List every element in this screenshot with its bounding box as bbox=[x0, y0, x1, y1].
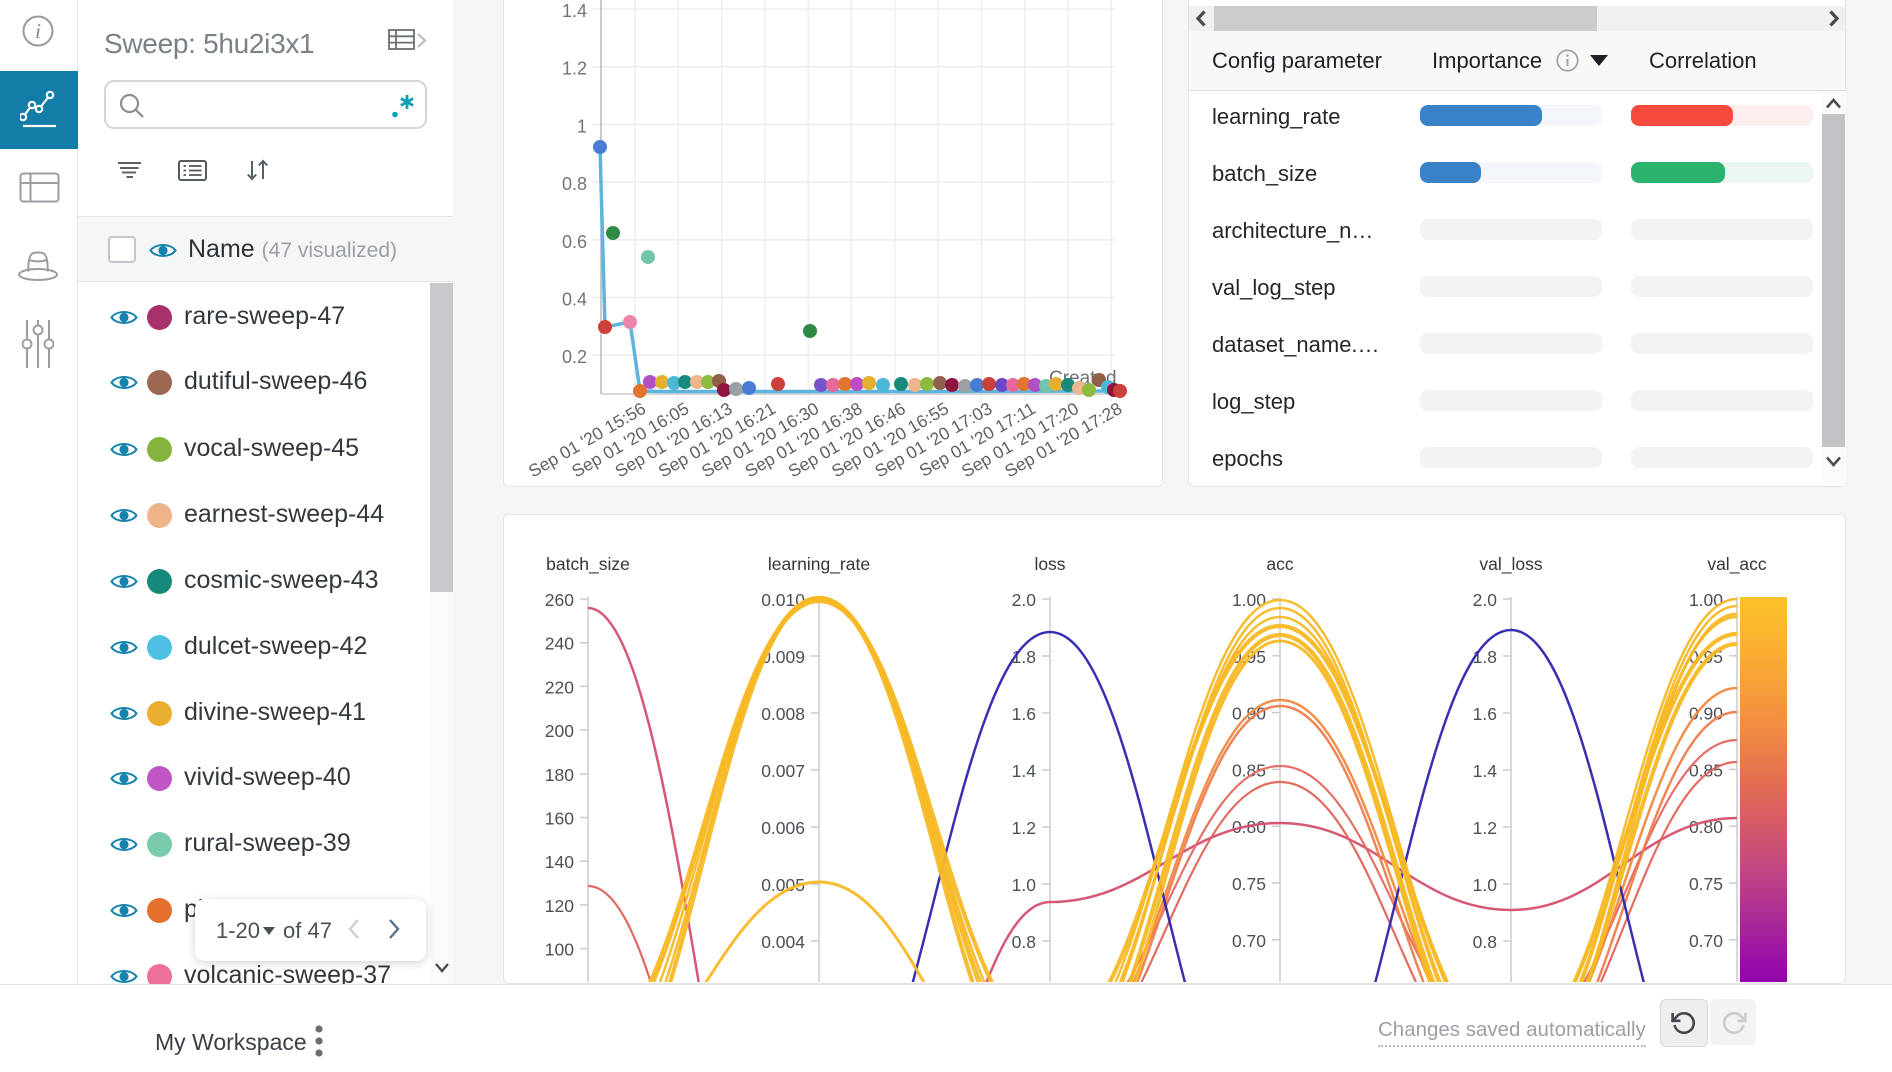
svg-text:0.2: 0.2 bbox=[562, 347, 587, 367]
svg-text:120: 120 bbox=[545, 896, 574, 916]
svg-text:260: 260 bbox=[545, 590, 574, 610]
svg-text:0.75: 0.75 bbox=[1232, 874, 1266, 894]
svg-text:1.2: 1.2 bbox=[1473, 818, 1497, 838]
svg-text:0.004: 0.004 bbox=[761, 932, 805, 952]
svg-text:220: 220 bbox=[545, 677, 574, 697]
svg-text:0.008: 0.008 bbox=[761, 704, 805, 724]
svg-text:val_loss: val_loss bbox=[1479, 554, 1542, 575]
svg-text:i: i bbox=[35, 19, 41, 43]
svg-text:0.006: 0.006 bbox=[761, 818, 805, 838]
svg-text:140: 140 bbox=[545, 852, 574, 872]
svg-text:1: 1 bbox=[577, 116, 587, 136]
svg-text:100: 100 bbox=[545, 940, 574, 960]
svg-text:180: 180 bbox=[545, 765, 574, 785]
svg-text:0.4: 0.4 bbox=[562, 290, 587, 310]
svg-text:240: 240 bbox=[545, 634, 574, 654]
svg-text:0.80: 0.80 bbox=[1232, 817, 1266, 837]
svg-text:0.70: 0.70 bbox=[1689, 931, 1723, 951]
svg-text:val_acc: val_acc bbox=[1707, 554, 1767, 575]
svg-text:batch_size: batch_size bbox=[546, 554, 630, 575]
svg-text:0.70: 0.70 bbox=[1232, 931, 1266, 951]
svg-text:1.4: 1.4 bbox=[1012, 761, 1037, 781]
svg-text:200: 200 bbox=[545, 721, 574, 741]
svg-text:1.4: 1.4 bbox=[1473, 761, 1498, 781]
svg-text:0.8: 0.8 bbox=[562, 174, 587, 194]
svg-text:2.0: 2.0 bbox=[1012, 590, 1037, 610]
svg-text:0.8: 0.8 bbox=[1012, 932, 1036, 952]
svg-text:loss: loss bbox=[1034, 554, 1065, 574]
svg-text:0.90: 0.90 bbox=[1689, 704, 1723, 724]
svg-text:1.2: 1.2 bbox=[562, 59, 587, 79]
svg-text:0.6: 0.6 bbox=[562, 232, 587, 252]
svg-text:0.007: 0.007 bbox=[761, 761, 805, 781]
svg-text:1.2: 1.2 bbox=[1012, 818, 1036, 838]
svg-text:0.75: 0.75 bbox=[1689, 874, 1723, 894]
svg-text:1.0: 1.0 bbox=[1473, 875, 1498, 895]
svg-text:1.0: 1.0 bbox=[1012, 875, 1037, 895]
svg-text:acc: acc bbox=[1266, 554, 1293, 574]
svg-text:1.00: 1.00 bbox=[1689, 590, 1723, 610]
svg-text:0.8: 0.8 bbox=[1473, 932, 1497, 952]
svg-text:160: 160 bbox=[545, 809, 574, 829]
svg-text:learning_rate: learning_rate bbox=[768, 554, 870, 575]
svg-text:1.6: 1.6 bbox=[1012, 704, 1036, 724]
svg-text:1.4: 1.4 bbox=[562, 1, 587, 21]
svg-text:2.0: 2.0 bbox=[1473, 590, 1498, 610]
svg-text:1.6: 1.6 bbox=[1473, 704, 1497, 724]
